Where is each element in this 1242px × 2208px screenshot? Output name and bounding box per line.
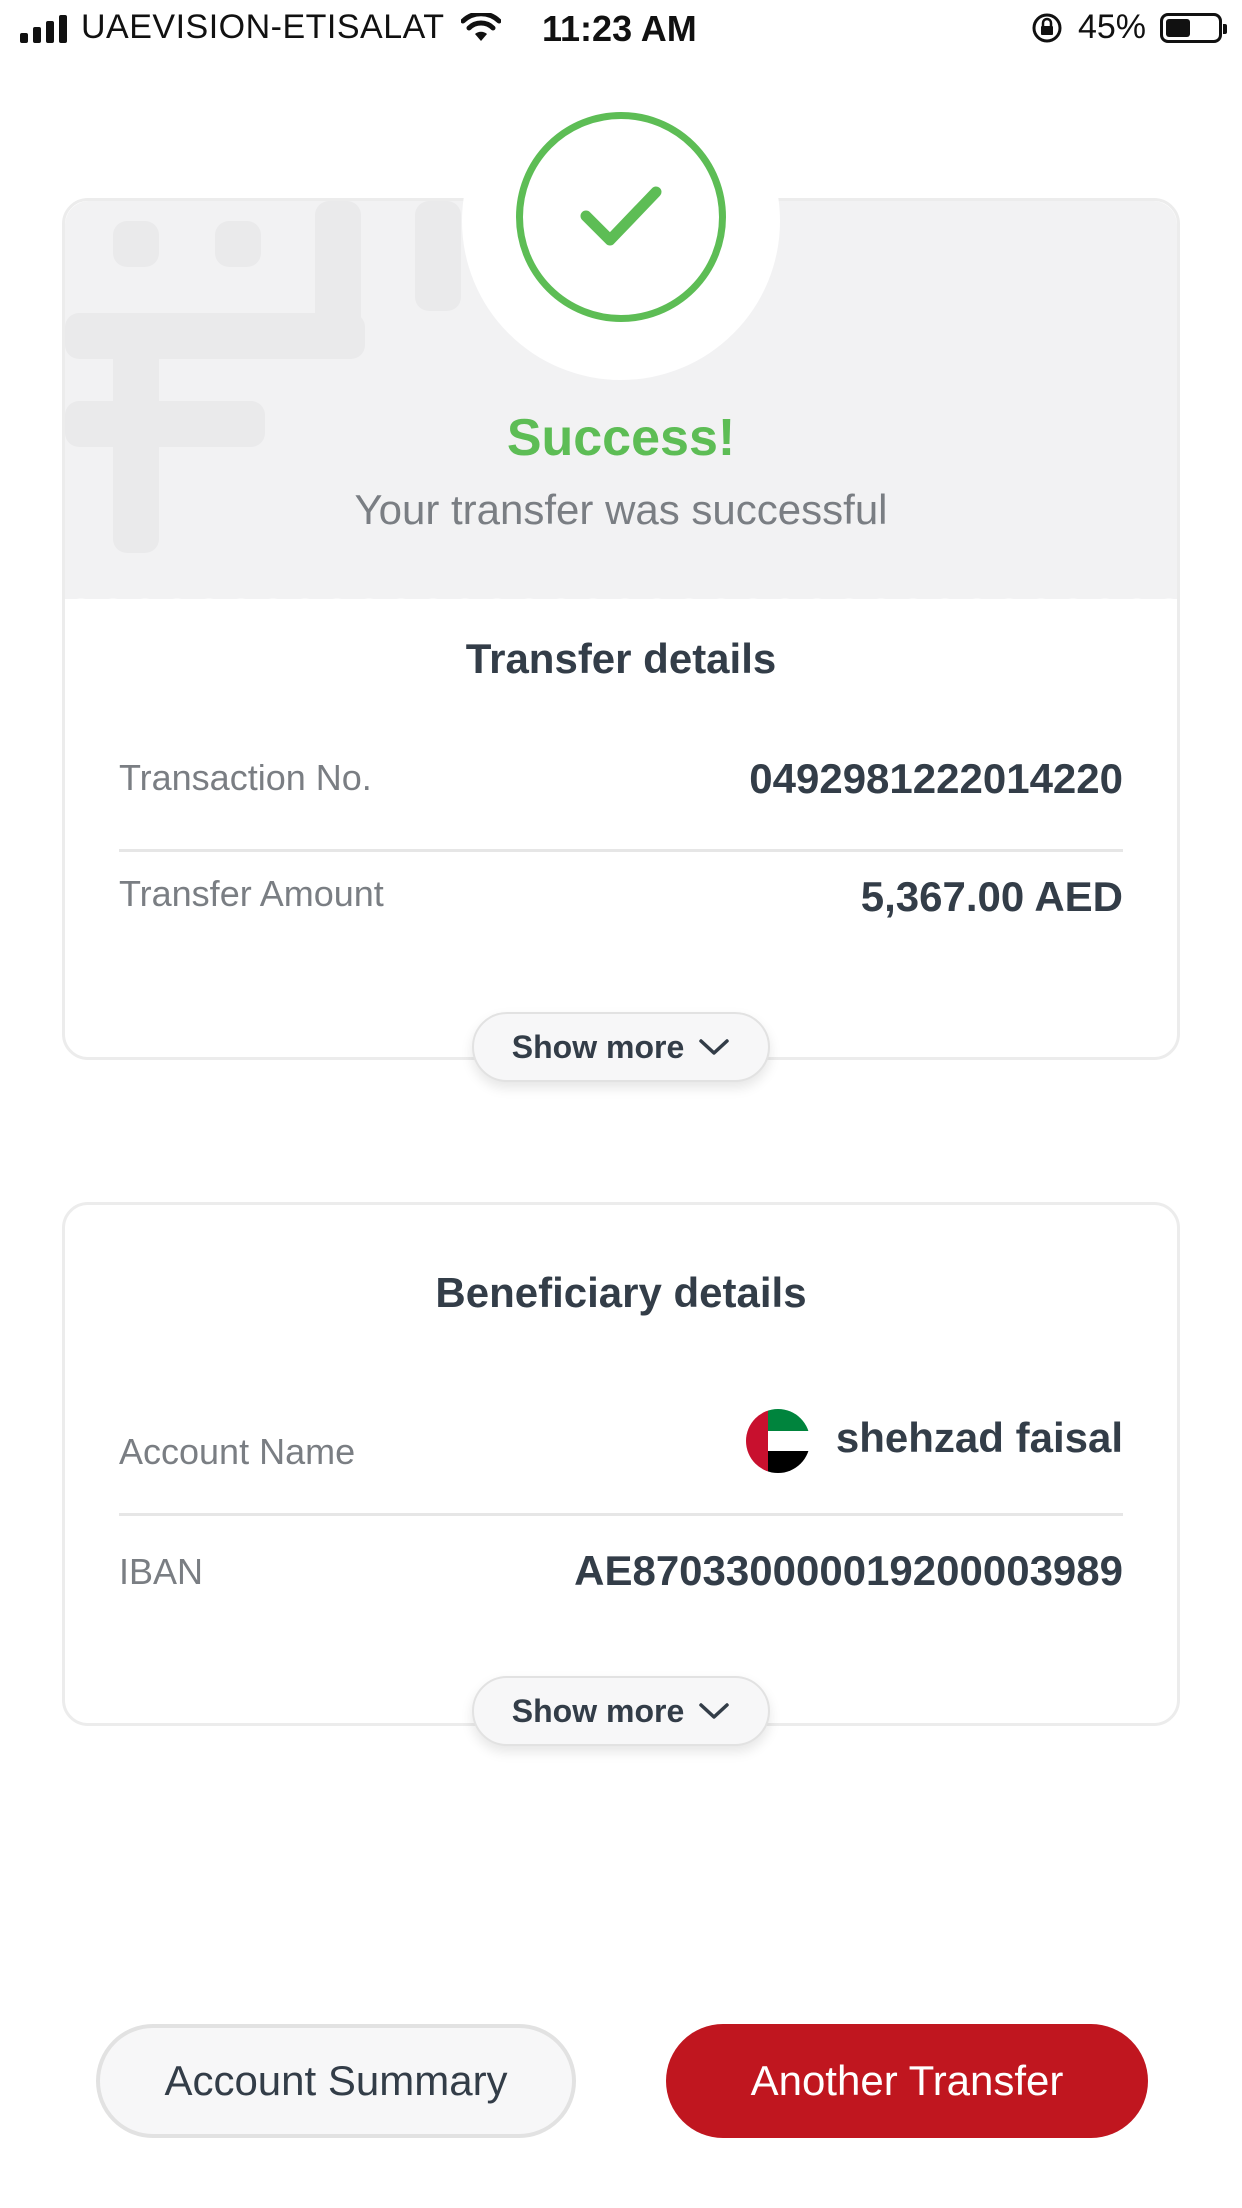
another-transfer-button[interactable]: Another Transfer [666,2024,1148,2138]
chevron-down-icon [699,1703,729,1719]
beneficiary-show-more-button[interactable]: Show more [472,1676,770,1746]
account-name-value-wrap: shehzad faisal [746,1409,1123,1473]
decor-pattern [215,221,261,267]
divider [119,849,1123,852]
transfer-amount-value: 5,367.00 AED [860,873,1123,920]
status-time: 11:23 AM [542,8,697,49]
transaction-no-value: 0492981222014220 [749,755,1123,802]
decor-pattern [415,201,461,311]
transfer-amount-label: Transfer Amount [119,873,384,914]
success-subtitle: Your transfer was successful [354,486,888,533]
chevron-down-icon [699,1039,729,1055]
divider [119,1513,1123,1516]
detail-row-amount: Transfer Amount 5,367.00 AED [119,873,1123,953]
detail-row-transaction: Transaction No. 0492981222014220 [119,755,1123,835]
uae-flag-icon [746,1409,811,1473]
decor-pattern [315,201,361,359]
checkmark-icon [580,186,662,246]
account-name-value: shehzad faisal [835,1414,1123,1462]
detail-row-iban: IBAN AE870330000019200003989 [119,1547,1123,1631]
decor-pattern [113,221,159,267]
transaction-no-label: Transaction No. [119,757,372,798]
success-check-icon [516,112,726,322]
status-right: 45% [1030,8,1227,47]
show-more-label: Show more [511,1028,685,1065]
iban-label: IBAN [119,1551,204,1592]
orientation-lock-icon [1032,13,1062,42]
status-left: UAEVISION-ETISALAT [20,8,501,47]
account-summary-button[interactable]: Account Summary [96,2024,576,2138]
receipt-scallop-edge [65,583,1177,599]
transfer-show-more-button[interactable]: Show more [472,1012,770,1082]
beneficiary-details-card: Beneficiary details Account Name shehzad… [62,1202,1180,1726]
success-title: Success! [506,409,736,467]
status-bar: UAEVISION-ETISALAT 11:23 AM 45% [0,0,1242,62]
signal-icon [20,13,67,43]
battery-icon [1160,12,1227,43]
detail-row-account-name: Account Name shehzad faisal [119,1409,1123,1489]
beneficiary-details-title: Beneficiary details [435,1269,807,1316]
show-more-label: Show more [511,1692,685,1729]
battery-percent: 45% [1077,8,1146,46]
transfer-details-title: Transfer details [465,635,777,682]
iban-value: AE870330000019200003989 [574,1547,1123,1594]
account-name-label: Account Name [119,1431,356,1472]
wifi-icon [460,12,501,41]
carrier-name: UAEVISION-ETISALAT [81,8,445,46]
